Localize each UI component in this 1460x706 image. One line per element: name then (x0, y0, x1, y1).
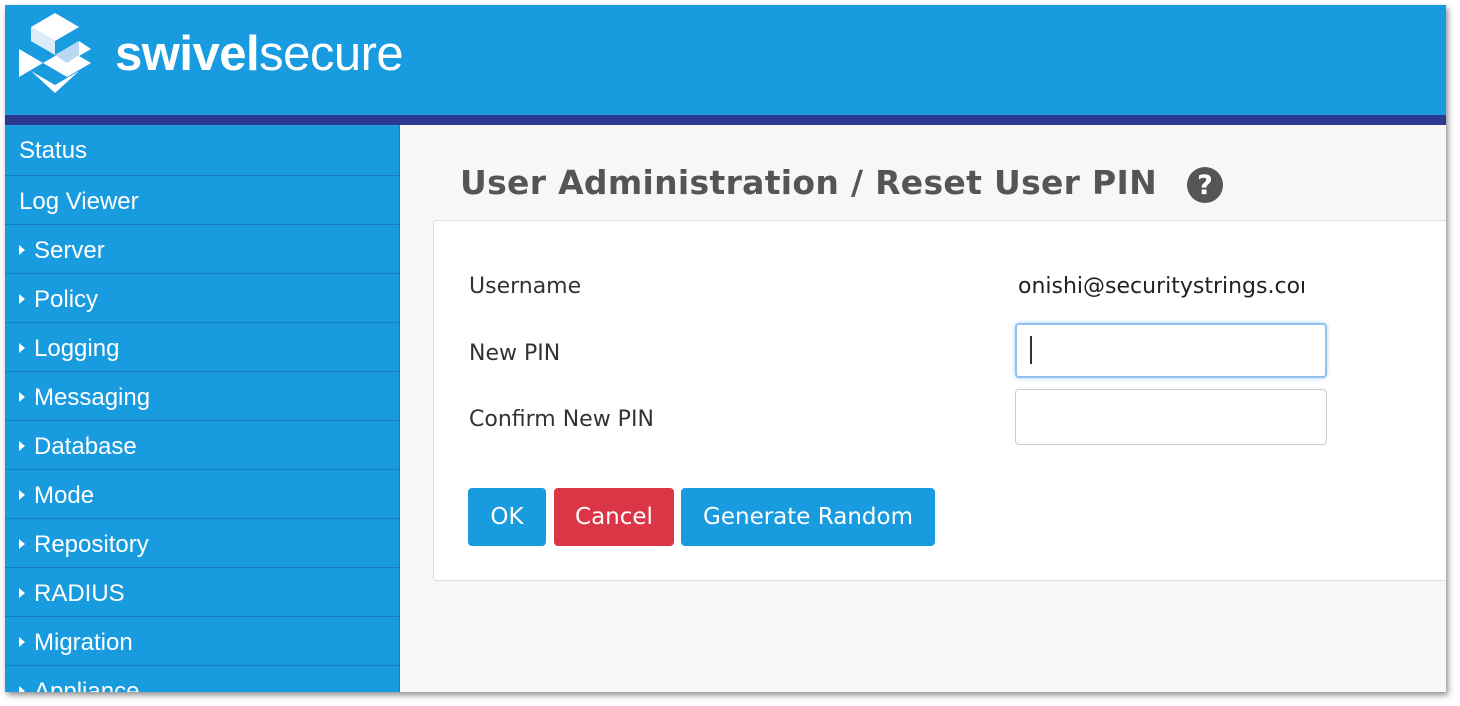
caret-right-icon (19, 244, 25, 255)
username-label: Username (469, 274, 582, 299)
sidebar-nav: Status Log Viewer Server Policy Logging Messa… (5, 125, 400, 692)
caret-right-icon (19, 293, 25, 304)
main-content: User Administration / Reset User PIN ? U… (400, 125, 1446, 692)
caret-right-icon (19, 587, 25, 598)
confirm-pin-input[interactable] (1015, 389, 1327, 445)
sidebar-item-label: Messaging (34, 384, 151, 411)
confirm-pin-label: Confirm New PIN (469, 407, 654, 432)
sidebar-item-database[interactable]: Database (5, 421, 399, 470)
sidebar-item-label: Policy (34, 286, 99, 313)
sidebar-item-repository[interactable]: Repository (5, 519, 399, 568)
cancel-button[interactable]: Cancel (554, 488, 674, 546)
caret-right-icon (19, 342, 25, 353)
caret-right-icon (19, 440, 25, 451)
sidebar-item-appliance[interactable]: Appliance (5, 666, 399, 692)
page-title: User Administration / Reset User PIN (460, 163, 1158, 202)
username-value: onishi@securitystrings.com (1018, 274, 1304, 299)
sidebar-item-label: Server (34, 237, 105, 264)
new-pin-label: New PIN (469, 341, 561, 366)
caret-right-icon (19, 391, 25, 402)
caret-right-icon (19, 685, 25, 692)
generate-random-button[interactable]: Generate Random (681, 488, 935, 546)
caret-right-icon (19, 538, 25, 549)
caret-right-icon (19, 636, 25, 647)
header: swivelsecure (5, 5, 1446, 115)
sidebar-item-label: Database (34, 433, 137, 460)
sidebar-item-logging[interactable]: Logging (5, 323, 399, 372)
sidebar-item-mode[interactable]: Mode (5, 470, 399, 519)
reset-pin-form: Username onishi@securitystrings.com New … (433, 220, 1446, 581)
caret-right-icon (19, 489, 25, 500)
help-icon[interactable]: ? (1187, 167, 1223, 203)
brand-wordmark: swivelsecure (115, 27, 404, 81)
sidebar-item-label: Status (19, 137, 88, 164)
sidebar-item-server[interactable]: Server (5, 225, 399, 274)
header-divider (5, 115, 1446, 125)
sidebar-item-radius[interactable]: RADIUS (5, 568, 399, 617)
sidebar-item-label: Logging (34, 335, 120, 362)
sidebar-item-label: Repository (34, 531, 149, 558)
sidebar-item-policy[interactable]: Policy (5, 274, 399, 323)
sidebar-item-label: RADIUS (34, 580, 125, 607)
sidebar-item-label: Appliance (34, 678, 140, 692)
sidebar-item-label: Migration (34, 629, 133, 656)
sidebar-item-log-viewer[interactable]: Log Viewer (5, 176, 399, 225)
new-pin-input[interactable] (1015, 323, 1327, 378)
sidebar-item-label: Log Viewer (19, 188, 139, 215)
sidebar-item-label: Mode (34, 482, 95, 509)
sidebar-item-messaging[interactable]: Messaging (5, 372, 399, 421)
sidebar-item-status[interactable]: Status (5, 125, 399, 176)
swivel-logo-icon (19, 13, 91, 93)
app-window: swivelsecure Status Log Viewer Server Polic… (5, 5, 1446, 692)
text-cursor (1030, 336, 1032, 364)
ok-button[interactable]: OK (468, 488, 546, 546)
sidebar-item-migration[interactable]: Migration (5, 617, 399, 666)
